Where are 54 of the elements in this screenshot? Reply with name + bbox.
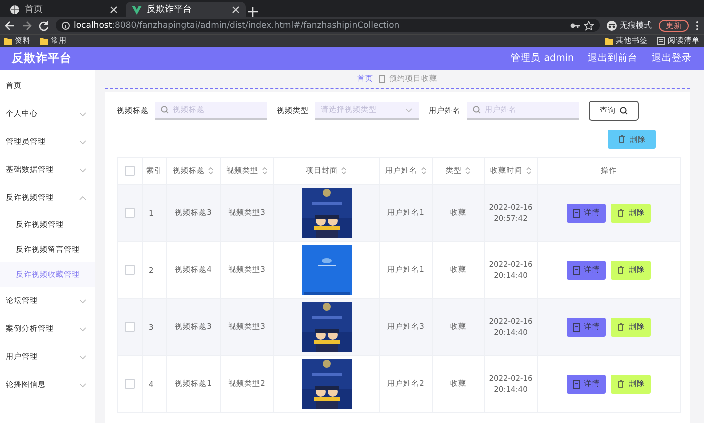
search-icon <box>473 106 481 114</box>
v-logo-icon <box>132 4 142 14</box>
browser-tab[interactable]: 反欺诈平台 <box>126 2 246 17</box>
trash-icon <box>617 208 625 218</box>
folder-icon <box>40 37 48 45</box>
checkbox[interactable] <box>125 166 135 176</box>
reading-list-icon <box>657 37 665 45</box>
folder-icon <box>605 37 613 45</box>
document-icon <box>573 322 580 332</box>
header-link[interactable]: 退出到前台 <box>588 52 638 65</box>
sort-icon[interactable] <box>341 167 347 175</box>
sort-icon[interactable] <box>465 167 471 175</box>
close-icon[interactable] <box>110 6 118 14</box>
document-icon <box>573 208 580 218</box>
profile-label: 无痕模式 <box>620 20 652 31</box>
reload-icon[interactable] <box>39 20 49 30</box>
more-icon[interactable] <box>696 20 699 30</box>
search-icon <box>161 106 169 114</box>
info-icon <box>62 22 70 30</box>
checkbox[interactable] <box>125 379 135 389</box>
close-icon[interactable] <box>232 6 240 14</box>
chevron-down-icon <box>405 108 413 112</box>
globe-icon <box>10 4 20 14</box>
tab-title: 反欺诈平台 <box>147 5 192 15</box>
forward-icon[interactable] <box>22 20 32 30</box>
new-tab-icon[interactable] <box>248 7 258 17</box>
search-icon <box>620 107 628 115</box>
sort-icon[interactable] <box>262 167 268 175</box>
address-bar[interactable]: localhost:8080/fanzhapingtai/admin/dist/index.html#/fanzhashipinCollection <box>56 19 600 32</box>
incognito-icon <box>607 20 617 30</box>
back-icon[interactable] <box>5 20 15 30</box>
update-button[interactable]: 更新 <box>659 20 689 32</box>
checkbox[interactable] <box>125 208 135 218</box>
document-icon <box>573 266 580 274</box>
document-icon <box>378 75 384 83</box>
header-link[interactable]: 管理员 admin <box>511 52 574 65</box>
folder-icon <box>4 37 12 45</box>
trash-icon <box>618 135 626 144</box>
sort-icon[interactable] <box>420 167 426 175</box>
url-text: localhost:8080/fanzhapingtai/admin/dist/index.html#/fanzhashipinCollection <box>74 20 400 30</box>
trash-icon <box>617 266 625 274</box>
trash-icon <box>617 380 625 388</box>
sort-icon[interactable] <box>526 167 532 175</box>
app-title: 反欺诈平台 <box>12 51 73 66</box>
browser-tab[interactable]: 首页 <box>4 2 124 17</box>
star-icon[interactable] <box>584 20 594 30</box>
sort-icon[interactable] <box>208 167 214 175</box>
document-icon <box>573 380 580 388</box>
checkbox[interactable] <box>125 322 135 332</box>
tab-title: 首页 <box>25 5 43 15</box>
header-link[interactable]: 退出登录 <box>652 52 692 65</box>
checkbox[interactable] <box>125 265 135 275</box>
trash-icon <box>617 322 625 332</box>
key-icon[interactable] <box>570 22 580 30</box>
